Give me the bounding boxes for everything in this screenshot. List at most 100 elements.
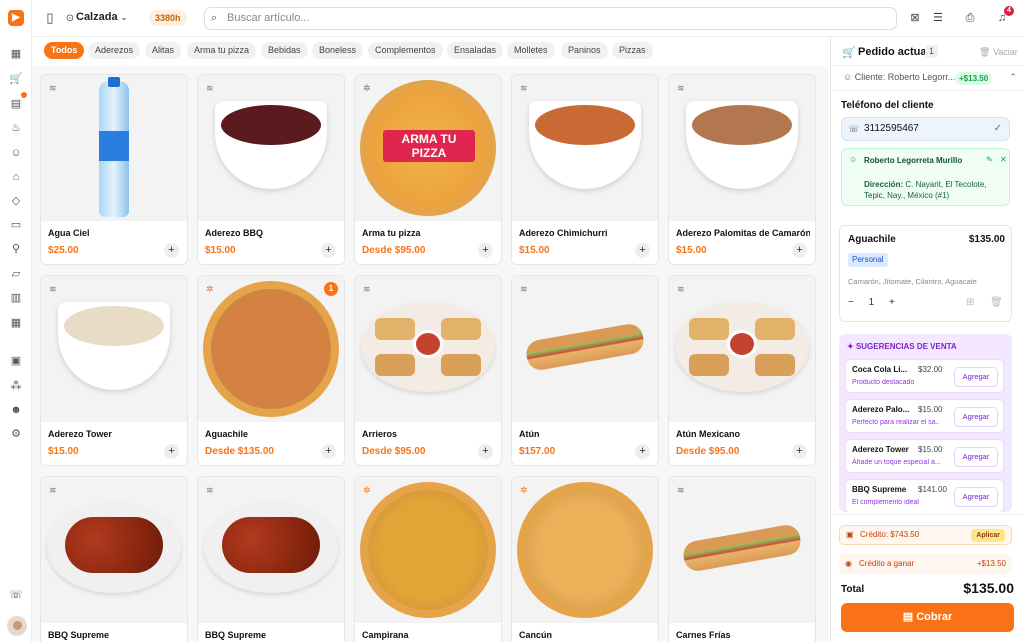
kitchen-icon[interactable]: ♨ <box>8 120 24 136</box>
add-suggestion-button[interactable]: Agregar <box>954 487 998 507</box>
delete-item-icon[interactable]: 🗑 <box>990 297 1003 308</box>
cart-icon[interactable]: 🛒 <box>8 71 24 87</box>
earn-label: Crédito a ganar <box>859 559 915 568</box>
pay-button[interactable]: ▤ Cobrar <box>841 603 1014 632</box>
suggestion-card[interactable]: Aderezo Tower $15.00 Añade un toque especi… <box>845 439 1004 473</box>
chat-bot-icon[interactable]: ☏ <box>8 587 24 603</box>
product-card[interactable]: ≋ Atún Mexicano Desde $95.00 + <box>668 275 816 466</box>
add-product-button[interactable]: + <box>478 444 493 459</box>
category-chip-aderezos[interactable]: Aderezos <box>88 42 141 59</box>
sidebar-rail: ▶ ▦ 🛒 ▤ ♨ ☺ ⌂ ◇ ▭ ⚲ ▱ ▥ ▦ ▣ ⁂ ☻ ⚙ ☏ <box>0 0 32 642</box>
product-card[interactable]: ≋ Agua Ciel $25.00 + <box>40 74 188 265</box>
category-chip-complementos[interactable]: Complementos <box>368 42 443 59</box>
delivery-icon[interactable]: ⚲ <box>8 241 24 257</box>
product-card[interactable]: ≋ Aderezo Tower $15.00 + <box>40 275 188 466</box>
product-grid: ≋ Agua Ciel $25.00 + ≋ Aderezo BBQ $15.00 + ARMA… <box>32 66 829 642</box>
app-logo-icon[interactable]: ▶ <box>8 10 24 26</box>
location-selector[interactable]: Calzada ⌄ <box>76 11 127 23</box>
suggestions-title-text: SUGERENCIAS DE VENTA <box>855 342 957 351</box>
product-price: Desde $95.00 <box>362 446 426 457</box>
category-chip-bebidas[interactable]: Bebidas <box>261 42 308 59</box>
add-product-button[interactable]: + <box>478 243 493 258</box>
product-card[interactable]: ≋ Aderezo BBQ $15.00 + <box>197 74 345 265</box>
apps-icon[interactable]: ▦ <box>8 315 24 331</box>
category-chip-boneless[interactable]: Boneless <box>312 42 364 59</box>
category-chip-alitas[interactable]: Alitas <box>145 42 182 59</box>
category-chip-arma-tu-pizza[interactable]: Arma tu pizza <box>187 42 257 59</box>
quantity-stepper[interactable]: − 1 + <box>848 297 895 308</box>
product-card[interactable]: ✲ Cancún <box>511 476 659 642</box>
product-name: Aderezo Palomitas de Camarón <box>676 228 810 238</box>
category-chip-ensaladas[interactable]: Ensaladas <box>447 42 504 59</box>
list-view-icon[interactable]: ☰ <box>930 10 946 26</box>
apply-credit-button[interactable]: Aplicar <box>971 529 1005 542</box>
dashboard-icon[interactable]: ▦ <box>8 46 24 62</box>
add-product-button[interactable]: + <box>321 243 336 258</box>
product-card[interactable]: ≋ BBQ Supreme <box>40 476 188 642</box>
category-chip-paninos[interactable]: Paninos <box>561 42 608 59</box>
plus-icon[interactable]: + <box>889 297 895 308</box>
orders-icon[interactable]: ▤ <box>8 96 24 112</box>
suggestion-card[interactable]: Aderezo Palo... $15.00 Perfecto para reali… <box>845 399 1004 433</box>
product-name: Arrieros <box>362 429 398 439</box>
add-product-button[interactable]: + <box>164 243 179 258</box>
layers-icon: ≋ <box>677 83 685 93</box>
settings-icon[interactable]: ⚙ <box>8 426 24 442</box>
add-note-icon[interactable]: ⊞ <box>966 297 974 308</box>
add-suggestion-button[interactable]: Agregar <box>954 447 998 467</box>
product-name: Campirana <box>362 630 409 640</box>
folder-icon[interactable]: ▱ <box>8 266 24 282</box>
customers-icon[interactable]: ☺ <box>8 145 24 161</box>
add-product-button[interactable]: + <box>792 243 807 258</box>
ticket-icon[interactable]: ▭ <box>8 217 24 233</box>
modules-icon[interactable]: ⁂ <box>8 378 24 394</box>
sidebar-toggle-icon[interactable]: ▯ <box>42 10 58 26</box>
product-card[interactable]: ≋ BBQ Supreme <box>197 476 345 642</box>
client-summary[interactable]: ☺ Cliente: Roberto Legorr... +$13.50 ⌃ <box>831 65 1024 91</box>
product-card[interactable]: ≋ Atún $157.00 + <box>511 275 659 466</box>
product-card[interactable]: ≋ Aderezo Chimichurri $15.00 + <box>511 74 659 265</box>
tag-icon[interactable]: ◇ <box>8 193 24 209</box>
close-icon[interactable]: ✕ <box>1000 155 1007 164</box>
printer-icon[interactable]: ⎙ <box>962 10 978 26</box>
reports-icon[interactable]: ▥ <box>8 290 24 306</box>
bank-icon[interactable]: ⌂ <box>8 169 24 185</box>
suggestion-card[interactable]: BBQ Supreme $141.00 El complemento ideal Ag… <box>845 479 1004 512</box>
add-product-button[interactable]: + <box>635 243 650 258</box>
add-product-button[interactable]: + <box>635 444 650 459</box>
product-image <box>512 276 658 422</box>
minus-icon[interactable]: − <box>848 297 854 308</box>
suggestion-card[interactable]: Coca Cola Li... $32.00 Producto destacado A… <box>845 359 1004 393</box>
edit-icon[interactable]: ✎ <box>986 155 993 164</box>
product-image <box>355 276 501 422</box>
add-product-button[interactable]: + <box>792 444 807 459</box>
product-name: BBQ Supreme <box>205 630 267 640</box>
user-avatar[interactable] <box>7 616 27 636</box>
search-input[interactable]: ⌕ Buscar artículo... <box>204 7 897 30</box>
product-image: ARMA TU PIZZA <box>355 75 501 221</box>
product-image <box>198 75 344 221</box>
product-card[interactable]: ✲ Campirana <box>354 476 502 642</box>
add-suggestion-button[interactable]: Agregar <box>954 367 998 387</box>
suggestion-desc: Perfecto para realizar el sa... <box>852 419 940 426</box>
product-price: $15.00 <box>205 245 236 256</box>
sparkle-icon: ✦ <box>847 342 854 351</box>
category-chip-pizzas[interactable]: Pizzas <box>612 42 653 59</box>
product-card[interactable]: ARMA TU PIZZA ✲ Arma tu pizza Desde $95.00 + <box>354 74 502 265</box>
category-chip-todos[interactable]: Todos <box>44 42 85 59</box>
category-chip-molletes[interactable]: Molletes <box>507 42 555 59</box>
add-product-button[interactable]: + <box>164 444 179 459</box>
no-image-icon[interactable]: ⊠ <box>907 10 923 26</box>
product-card[interactable]: 1 ✲ Aguachile Desde $135.00 + <box>197 275 345 466</box>
product-card[interactable]: ≋ Aderezo Palomitas de Camarón $15.00 + <box>668 74 816 265</box>
phone-field[interactable]: ☏ 3112595467 ✓ <box>841 117 1010 141</box>
add-suggestion-button[interactable]: Agregar <box>954 407 998 427</box>
product-card[interactable]: ≋ Arrieros Desde $95.00 + <box>354 275 502 466</box>
product-card[interactable]: ≋ Carnes Frías <box>668 476 816 642</box>
terminal-icon[interactable]: ▣ <box>8 353 24 369</box>
add-product-button[interactable]: + <box>321 444 336 459</box>
order-item[interactable]: Aguachile $135.00 Personal Camarón, Jito… <box>839 225 1012 322</box>
category-bar: Todos Aderezos Alitas Arma tu pizza Bebi… <box>32 38 829 64</box>
clear-order-button[interactable]: 🗑 Vaciar <box>979 47 1018 58</box>
user-icon[interactable]: ☻ <box>8 402 24 418</box>
